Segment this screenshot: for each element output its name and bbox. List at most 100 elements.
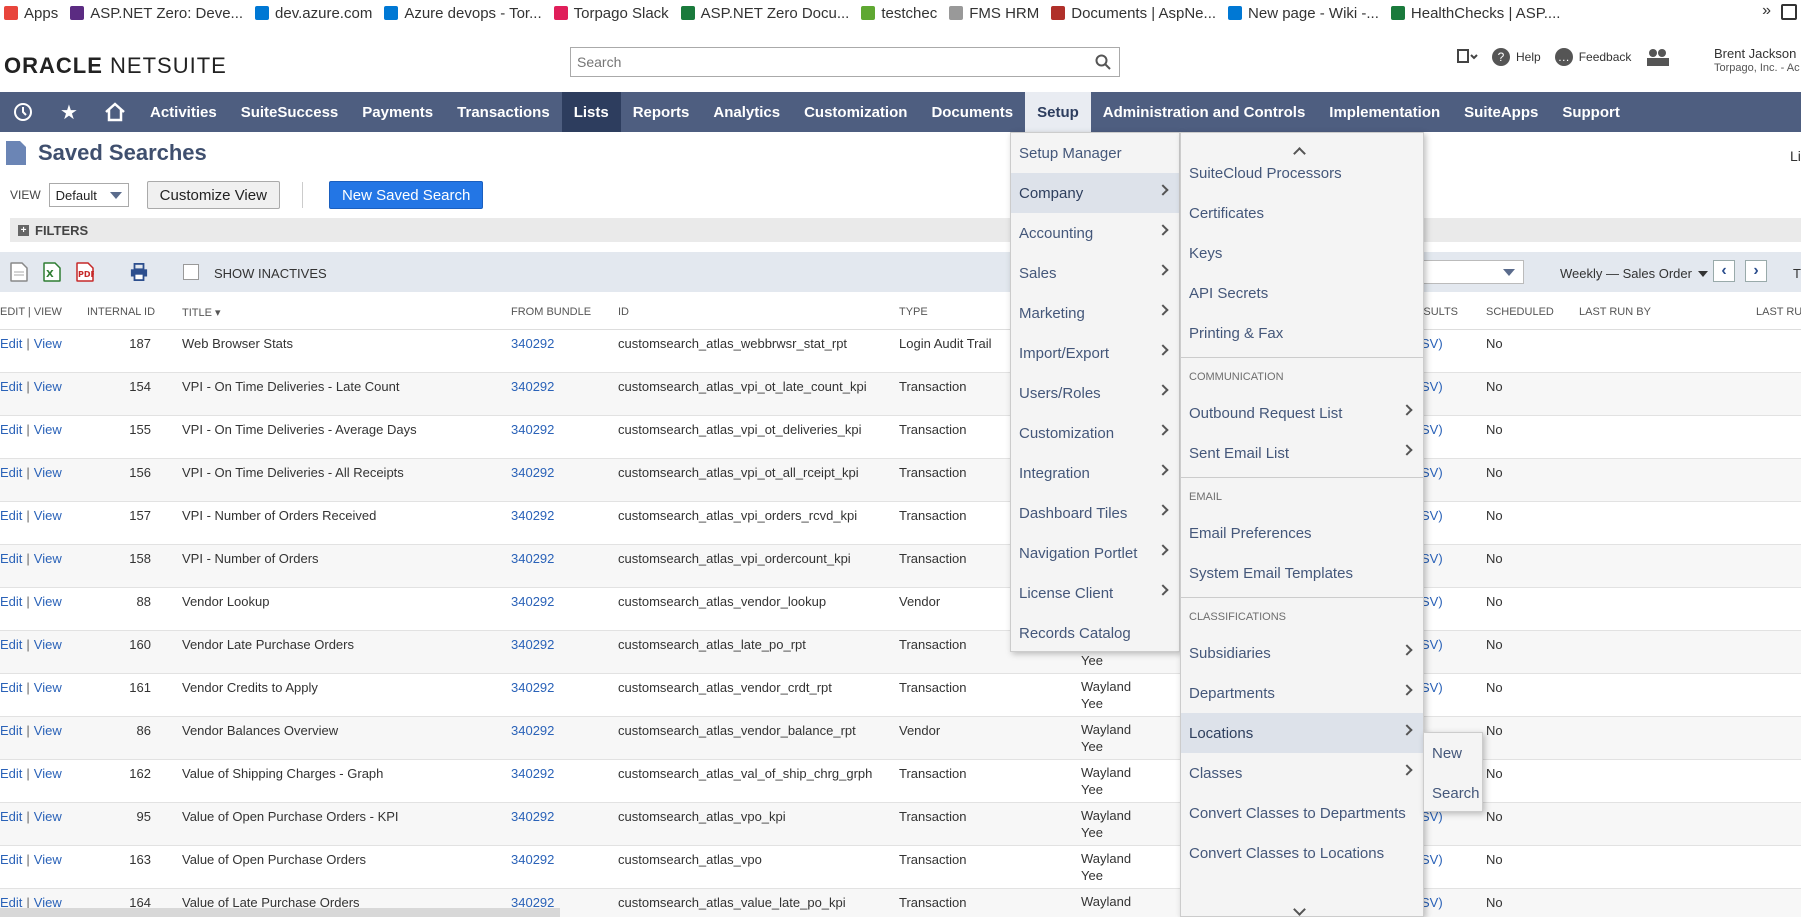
results-cell[interactable]: SV): [1421, 637, 1443, 652]
edit-link[interactable]: Edit: [0, 422, 22, 437]
bookmark-item[interactable]: dev.azure.com: [255, 0, 384, 26]
role-switch-button[interactable]: [1645, 47, 1673, 67]
company-menu-item[interactable]: Convert Classes to Locations: [1181, 833, 1423, 873]
nav-customization[interactable]: Customization: [792, 92, 919, 132]
col-id[interactable]: ID: [618, 306, 629, 318]
edit-link[interactable]: Edit: [0, 852, 22, 867]
col-last-run-by[interactable]: LAST RUN BY: [1579, 306, 1651, 318]
company-menu-item[interactable]: Subsidiaries: [1181, 633, 1423, 673]
setup-menu-item[interactable]: Users/Roles: [1011, 373, 1179, 413]
results-cell[interactable]: SV): [1421, 680, 1443, 695]
more-bookmarks-icon[interactable]: »: [1762, 2, 1771, 20]
results-cell[interactable]: SV): [1421, 852, 1443, 867]
export-pdf-icon[interactable]: PDF: [76, 262, 94, 282]
bookmark-item[interactable]: New page - Wiki -...: [1228, 0, 1391, 26]
export-csv-icon[interactable]: [10, 262, 28, 282]
locations-menu-item-new[interactable]: New: [1424, 733, 1482, 773]
bundle-link[interactable]: 340292: [511, 594, 554, 609]
company-menu-item[interactable]: Keys: [1181, 233, 1423, 273]
company-menu-item[interactable]: Printing & Fax: [1181, 313, 1423, 353]
help-button[interactable]: ? Help: [1492, 48, 1541, 66]
company-menu-item[interactable]: SuiteCloud Processors: [1181, 153, 1423, 193]
setup-menu-item[interactable]: Customization: [1011, 413, 1179, 453]
bookmark-item[interactable]: ASP.NET Zero Docu...: [680, 0, 862, 26]
bookmark-item[interactable]: Documents | AspNe...: [1051, 0, 1228, 26]
results-cell[interactable]: SV): [1421, 551, 1443, 566]
edit-link[interactable]: Edit: [0, 637, 22, 652]
edit-link[interactable]: Edit: [0, 680, 22, 695]
home-icon[interactable]: [92, 92, 138, 132]
edit-link[interactable]: Edit: [0, 508, 22, 523]
user-info[interactable]: Brent Jackson Torpago, Inc. - Ac: [1714, 46, 1800, 76]
nav-lists[interactable]: Lists: [561, 92, 621, 132]
col-last-run[interactable]: LAST RU: [1756, 306, 1801, 318]
company-menu-item[interactable]: Certificates: [1181, 193, 1423, 233]
nav-payments[interactable]: Payments: [350, 92, 445, 132]
setup-menu-item[interactable]: Dashboard Tiles: [1011, 493, 1179, 533]
view-select[interactable]: Default: [48, 183, 129, 207]
view-link[interactable]: View: [34, 465, 62, 480]
nav-analytics[interactable]: Analytics: [701, 92, 792, 132]
setup-menu-item[interactable]: License Client: [1011, 573, 1179, 613]
search-icon[interactable]: [1095, 54, 1111, 70]
recent-icon[interactable]: [0, 92, 46, 132]
bundle-link[interactable]: 340292: [511, 809, 554, 824]
company-menu-item[interactable]: Classes: [1181, 753, 1423, 793]
bookmark-item[interactable]: testchec: [861, 0, 949, 26]
feedback-button[interactable]: … Feedback: [1554, 48, 1631, 66]
search-input[interactable]: [571, 48, 1119, 76]
new-saved-search-button[interactable]: New Saved Search: [328, 181, 484, 209]
view-link[interactable]: View: [34, 680, 62, 695]
company-menu-item[interactable]: Convert Classes to Departments: [1181, 793, 1423, 833]
edit-link[interactable]: Edit: [0, 594, 22, 609]
edit-link[interactable]: Edit: [0, 766, 22, 781]
print-icon[interactable]: [130, 262, 148, 282]
view-link[interactable]: View: [34, 809, 62, 824]
bundle-link[interactable]: 340292: [511, 637, 554, 652]
view-link[interactable]: View: [34, 766, 62, 781]
oracle-netsuite-logo[interactable]: ORACLE NETSUITE: [4, 53, 227, 79]
bookmark-item[interactable]: FMS HRM: [949, 0, 1051, 26]
view-link[interactable]: View: [34, 551, 62, 566]
col-title[interactable]: TITLE ▾: [182, 306, 221, 319]
company-menu-item[interactable]: API Secrets: [1181, 273, 1423, 313]
previous-page-button[interactable]: ‹: [1713, 260, 1735, 282]
setup-menu-item[interactable]: Marketing: [1011, 293, 1179, 333]
results-cell[interactable]: SV): [1421, 508, 1443, 523]
nav-setup[interactable]: Setup: [1025, 92, 1091, 132]
results-cell[interactable]: SV): [1421, 336, 1443, 351]
view-link[interactable]: View: [34, 422, 62, 437]
bundle-link[interactable]: 340292: [511, 852, 554, 867]
bundle-link[interactable]: 340292: [511, 766, 554, 781]
nav-implementation[interactable]: Implementation: [1317, 92, 1452, 132]
nav-support[interactable]: Support: [1550, 92, 1632, 132]
bundle-link[interactable]: 340292: [511, 336, 554, 351]
nav-documents[interactable]: Documents: [919, 92, 1025, 132]
nav-transactions[interactable]: Transactions: [445, 92, 562, 132]
company-menu-item[interactable]: System Email Templates: [1181, 553, 1423, 593]
company-menu-item[interactable]: Locations: [1181, 713, 1423, 753]
page-right-label[interactable]: Li: [1790, 148, 1801, 164]
bookmark-item[interactable]: ASP.NET Zero: Deve...: [70, 0, 255, 26]
edit-link[interactable]: Edit: [0, 336, 22, 351]
edit-link[interactable]: Edit: [0, 723, 22, 738]
recent-records-button[interactable]: [1456, 48, 1478, 66]
next-page-button[interactable]: ›: [1745, 260, 1767, 282]
col-from-bundle[interactable]: FROM BUNDLE: [511, 306, 591, 318]
setup-menu-item[interactable]: Setup Manager: [1011, 133, 1179, 173]
col-results[interactable]: RESULTS: [1420, 306, 1458, 318]
results-cell[interactable]: SV): [1421, 379, 1443, 394]
style-select[interactable]: [1420, 260, 1524, 284]
bundle-link[interactable]: 340292: [511, 508, 554, 523]
nav-suitesuccess[interactable]: SuiteSuccess: [229, 92, 351, 132]
bundle-link[interactable]: 340292: [511, 422, 554, 437]
view-link[interactable]: View: [34, 637, 62, 652]
bookmark-item[interactable]: HealthChecks | ASP....: [1390, 0, 1573, 26]
edit-link[interactable]: Edit: [0, 551, 22, 566]
bundle-link[interactable]: 340292: [511, 379, 554, 394]
setup-menu-item[interactable]: Accounting: [1011, 213, 1179, 253]
edit-link[interactable]: Edit: [0, 809, 22, 824]
company-menu-item[interactable]: Sent Email List: [1181, 433, 1423, 473]
locations-menu-item-search[interactable]: Search: [1424, 773, 1482, 813]
global-search[interactable]: [570, 47, 1120, 77]
